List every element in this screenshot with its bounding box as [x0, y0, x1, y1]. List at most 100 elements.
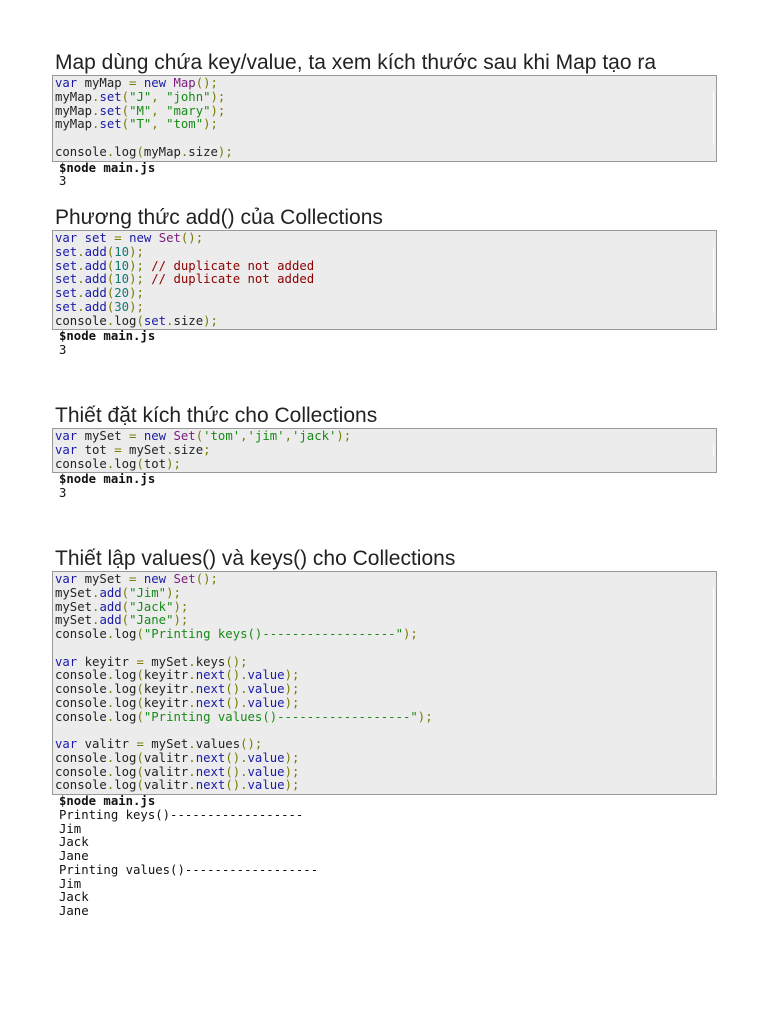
- code-token: size: [188, 144, 218, 159]
- code-token: console: [55, 764, 107, 779]
- output-command: $node main.js: [59, 794, 156, 808]
- code-token: );: [203, 117, 218, 132]
- code-line: var mySet = new Set('tom','jim','jack');: [55, 429, 714, 444]
- code-token: );: [173, 599, 189, 614]
- code-token: (: [121, 585, 130, 600]
- code-token: "mary": [166, 103, 211, 118]
- code-token: var: [55, 572, 78, 586]
- code-token: add: [84, 272, 107, 287]
- section-values-keys: Thiết lập values() và keys() cho Collect…: [52, 547, 717, 919]
- code-token: set: [55, 286, 78, 300]
- output-line: Printing values()------------------: [59, 862, 319, 877]
- output-line: 3: [59, 343, 67, 357]
- code-token: 10: [114, 258, 130, 273]
- code-token: .: [188, 695, 196, 710]
- code-token: add: [84, 258, 107, 273]
- console-output: $node main.js 3: [52, 161, 717, 190]
- section-set-size: Thiết đặt kích thức cho Collections var m…: [52, 404, 717, 501]
- code-token: .: [77, 244, 85, 259]
- code-token: Set: [158, 231, 181, 245]
- code-token: .: [188, 750, 196, 765]
- code-token: keyitr: [143, 668, 189, 683]
- code-token: );: [210, 89, 226, 104]
- code-token: ();: [225, 654, 248, 669]
- code-line: var set = new Set();: [55, 231, 714, 246]
- code-token: );: [284, 682, 300, 696]
- code-token: (: [121, 599, 130, 614]
- code-token: log: [114, 695, 137, 710]
- code-token: .: [188, 764, 196, 779]
- code-token: log: [114, 627, 137, 641]
- code-token: new: [143, 572, 167, 586]
- code-token: );: [210, 103, 226, 118]
- code-token: .: [188, 778, 196, 793]
- code-token: mySet: [143, 654, 189, 669]
- code-token: ,: [240, 429, 248, 443]
- code-token: values: [195, 737, 241, 751]
- code-token: ;: [203, 442, 211, 457]
- code-token: ();: [180, 231, 204, 245]
- code-token: "T": [129, 117, 152, 132]
- code-token: console: [55, 144, 107, 159]
- output-line: Jack: [59, 890, 89, 905]
- output-line: Jane: [59, 904, 89, 918]
- code-token: ().: [225, 695, 248, 710]
- document-page: Map dùng chứa key/value, ta xem kích thư…: [0, 0, 768, 1024]
- code-token: ().: [225, 764, 248, 779]
- code-token: ,: [151, 89, 167, 104]
- code-token: 'jim': [247, 429, 285, 443]
- console-output: $node main.js 3: [52, 472, 717, 501]
- code-token: var: [55, 442, 78, 457]
- code-token: 10: [114, 272, 130, 287]
- code-token: size: [173, 442, 204, 457]
- code-token: );: [402, 627, 418, 641]
- code-token: log: [114, 778, 137, 793]
- code-line: console.log(valitr.next().value);: [55, 764, 714, 780]
- code-token: valitr: [143, 778, 189, 793]
- code-line: console.log("Printing values()----------…: [55, 710, 714, 725]
- code-token: (: [136, 750, 144, 765]
- code-token: // duplicate not added: [143, 258, 315, 273]
- code-token: next: [195, 682, 226, 696]
- code-token: set: [55, 272, 78, 287]
- code-token: keyitr: [143, 695, 189, 710]
- code-token: myMap: [55, 117, 93, 132]
- code-block: var mySet = new Set(); mySet.add("Jim"); m…: [52, 571, 717, 795]
- code-token: set: [55, 244, 78, 259]
- code-token: new: [143, 429, 167, 443]
- code-token: new: [129, 231, 152, 245]
- code-token: );: [129, 258, 144, 273]
- section-heading: Thiết lập values() và keys() cho Collect…: [55, 547, 456, 570]
- code-block: var mySet = new Set('tom','jim','jack');…: [52, 428, 717, 474]
- console-output: $node main.js Printing keys()------------…: [52, 794, 717, 919]
- code-token: value: [247, 668, 285, 683]
- code-token: value: [247, 778, 285, 793]
- code-token: );: [284, 668, 300, 683]
- code-token: 20: [114, 286, 130, 300]
- code-line: mySet.add("Jane");: [55, 613, 714, 628]
- code-token: 30: [114, 299, 130, 314]
- code-token: add: [84, 286, 107, 300]
- code-line: myMap.set("M", "mary");: [55, 103, 714, 119]
- code-token: add: [99, 599, 122, 614]
- code-line: console.log(keyitr.next().value);: [55, 695, 714, 711]
- code-token: var: [55, 654, 78, 669]
- code-token: ().: [225, 750, 248, 765]
- code-token: .: [188, 682, 196, 696]
- code-token: add: [99, 613, 122, 628]
- code-token: mySet: [55, 613, 93, 628]
- code-line: mySet.add("Jack");: [55, 599, 714, 615]
- code-token: (: [121, 89, 130, 104]
- code-token: .: [188, 668, 196, 683]
- code-token: ();: [195, 76, 218, 90]
- code-token: );: [284, 778, 300, 793]
- code-token: Set: [173, 429, 196, 443]
- code-token: "Printing keys()------------------": [143, 627, 403, 641]
- code-token: console: [55, 682, 107, 696]
- code-token: .: [188, 737, 196, 751]
- code-token: "tom": [166, 117, 204, 132]
- code-line: console.log(keyitr.next().value);: [55, 668, 714, 683]
